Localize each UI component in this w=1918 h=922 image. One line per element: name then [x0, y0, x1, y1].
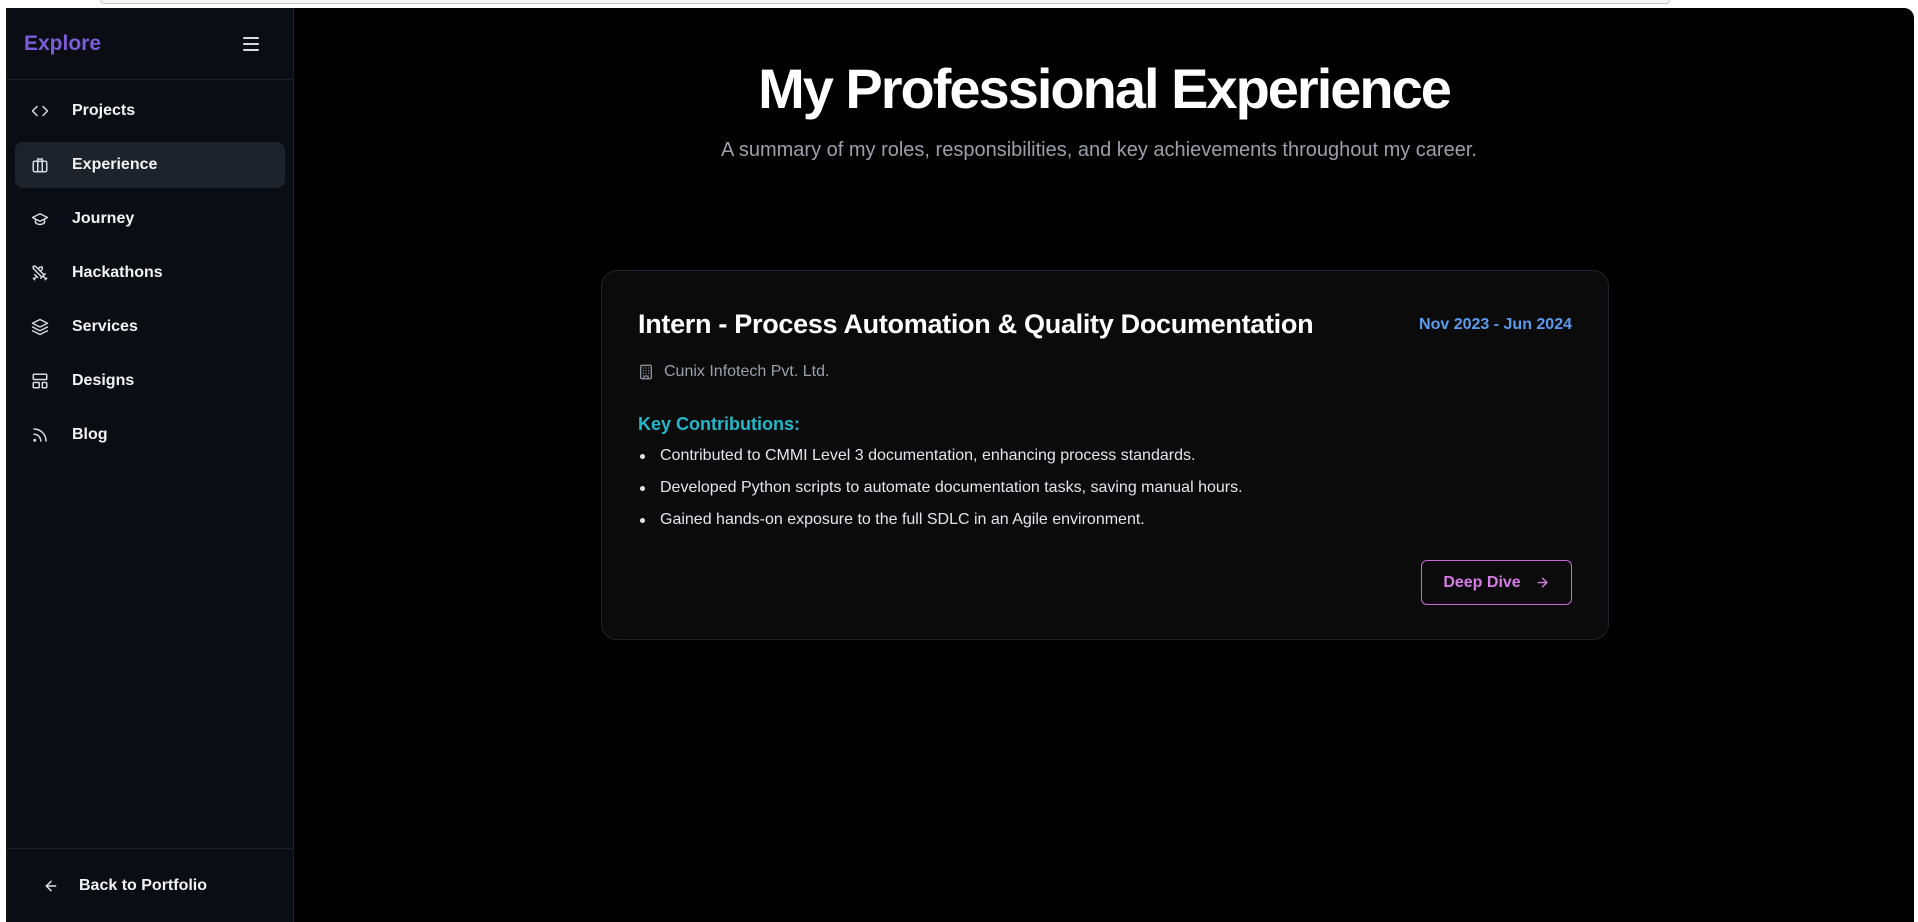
page-subtitle: A summary of my roles, responsibilities,…	[721, 139, 1477, 161]
sidebar-item-label: Projects	[72, 102, 136, 119]
sidebar-item-blog[interactable]: Blog	[15, 412, 285, 458]
list-item: Gained hands-on exposure to the full SDL…	[638, 510, 1243, 542]
building-icon	[640, 364, 652, 380]
experience-card: Intern - Process Automation & Quality Do…	[601, 270, 1609, 640]
page-title: My Professional Experience	[758, 57, 1452, 120]
rss-icon	[31, 426, 49, 444]
layers-icon	[31, 318, 49, 336]
company-row: Cunix Infotech Pvt. Ltd.	[638, 363, 829, 381]
layout-icon	[31, 372, 49, 390]
sidebar-item-label: Services	[72, 318, 138, 335]
sidebar-item-designs[interactable]: Designs	[15, 358, 285, 404]
deep-dive-button[interactable]: Deep Dive	[1421, 560, 1572, 605]
sidebar-item-journey[interactable]: Journey	[15, 196, 285, 242]
company-name: Cunix Infotech Pvt. Ltd.	[664, 363, 830, 380]
sidebar-item-label: Journey	[72, 210, 135, 227]
date-range: Nov 2023 - Jun 2024	[1419, 316, 1572, 333]
swords-icon	[31, 264, 49, 282]
sidebar-item-label: Blog	[72, 426, 108, 443]
browser-edge	[100, 0, 1670, 4]
app-frame: Explore Projects Experience Journey Hack…	[6, 8, 1914, 922]
hamburger-menu-icon[interactable]	[243, 36, 259, 51]
contributions-list: Contributed to CMMI Level 3 documentatio…	[638, 446, 1243, 542]
sidebar: Explore Projects Experience Journey Hack…	[7, 8, 294, 922]
sidebar-header: Explore	[7, 8, 293, 80]
deep-dive-label: Deep Dive	[1443, 573, 1521, 591]
list-item: Contributed to CMMI Level 3 documentatio…	[638, 446, 1243, 478]
sidebar-item-hackathons[interactable]: Hackathons	[15, 250, 285, 296]
sidebar-item-label: Hackathons	[72, 264, 163, 281]
main-content: My Professional Experience A summary of …	[294, 8, 1914, 922]
list-item: Developed Python scripts to automate doc…	[638, 478, 1243, 510]
arrow-right-icon	[1537, 577, 1548, 588]
contributions-heading: Key Contributions:	[638, 414, 800, 434]
sidebar-title: Explore	[24, 31, 102, 55]
role-title: Intern - Process Automation & Quality Do…	[638, 309, 1314, 339]
sidebar-nav: Projects Experience Journey Hackathons S…	[7, 80, 293, 458]
back-to-portfolio-label: Back to Portfolio	[79, 876, 208, 894]
sidebar-item-projects[interactable]: Projects	[15, 88, 285, 134]
back-to-portfolio-link[interactable]: Back to Portfolio	[7, 848, 294, 922]
code-icon	[31, 102, 49, 120]
sidebar-item-services[interactable]: Services	[15, 304, 285, 350]
sidebar-item-label: Experience	[72, 156, 158, 173]
briefcase-icon	[31, 156, 49, 174]
sidebar-item-experience[interactable]: Experience	[15, 142, 285, 188]
arrow-left-icon	[45, 880, 57, 891]
graduation-cap-icon	[31, 210, 49, 228]
sidebar-item-label: Designs	[72, 372, 135, 389]
